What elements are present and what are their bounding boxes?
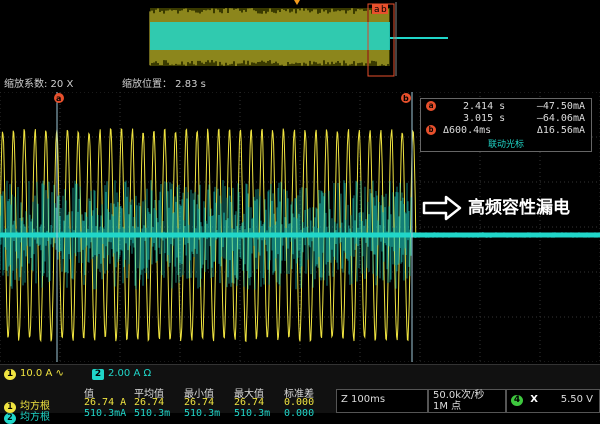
meas-row-2-value: 510.3mA: [84, 408, 127, 419]
acquisition-box[interactable]: 50.0k次/秒 1M 点: [428, 389, 506, 413]
ch1-scale: 10.0 A: [20, 368, 53, 379]
meas-row-2-mean: 510.3m: [134, 408, 171, 419]
meas-row-1-max: 26.74: [234, 397, 265, 408]
cursor-delta-value: Δ16.56mA: [536, 125, 585, 136]
cursor-delta-row: b Δ600.4ms Δ16.56mA: [421, 124, 591, 137]
cursor-readout-panel[interactable]: a 2.414 s –47.50mA 3.015 s –64.06mA b Δ6…: [420, 98, 592, 152]
ch1-coupling-icon: ∿: [55, 368, 64, 379]
meas-row-2-badge: 2: [4, 413, 16, 424]
overview-ch2-band: [150, 22, 390, 50]
timebase-scale: Z 100ms: [341, 394, 386, 405]
cursor-b-badge: b: [426, 125, 436, 135]
meas-row-1-value: 26.74 A: [84, 397, 127, 408]
trigger-channel-badge: 4: [511, 395, 523, 406]
ch2-impedance-icon: Ω: [143, 368, 152, 379]
annotation-text: 高频容性漏电: [468, 198, 570, 218]
meas-row-1-mean: 26.74: [134, 397, 165, 408]
meas-row-1-min: 26.74: [184, 397, 215, 408]
meas-row-2-max: 510.3m: [234, 408, 271, 419]
zoom-factor: 缩放系数: 20 X: [4, 79, 74, 90]
cursor-delta-time: Δ600.4ms: [443, 125, 492, 136]
meas-row-1-stddev: 0.000: [284, 397, 315, 408]
cursor-b-label: b: [403, 94, 409, 103]
overview-window[interactable]: a b: [0, 0, 600, 78]
overview-cursor-a: a: [374, 5, 380, 15]
meas-row-2-stddev: 0.000: [284, 408, 315, 419]
ch2-scale: 2.00 A: [108, 368, 141, 379]
cursor-a-label: a: [56, 94, 61, 103]
trigger-level: 5.50 V: [560, 394, 593, 405]
trigger-box[interactable]: 4 X 5.50 V: [506, 389, 600, 413]
meas-row-2-name: 均方根: [20, 412, 50, 423]
trigger-slope-icon: X: [530, 394, 538, 405]
meas-row-2-label[interactable]: 2 均方根: [4, 408, 50, 424]
ch1-badge: 1: [4, 369, 16, 380]
arrow-right-icon: [422, 195, 462, 221]
timebase-box[interactable]: Z 100ms: [336, 389, 428, 413]
bottom-panel: 1 10.0 A ∿ 2 2.00 A Ω 值 平均值 最小值 最大值 标准差 1均…: [0, 364, 600, 424]
ch2-scale-button[interactable]: 2 2.00 A Ω: [92, 368, 151, 380]
cursor-a-badge: a: [426, 101, 436, 111]
linked-cursor-label[interactable]: 联动光标: [421, 137, 591, 150]
ch2-badge: 2: [92, 369, 104, 380]
ch1-scale-button[interactable]: 1 10.0 A ∿: [4, 368, 64, 380]
zoom-info-bar: 缩放系数: 20 X 缩放位置： 2.83 s: [0, 78, 600, 92]
trigger-marker-icon: [294, 0, 300, 5]
overview-cursor-b: b: [381, 5, 387, 15]
acquisition-rate: 50.0k次/秒: [433, 390, 485, 401]
meas-row-2-min: 510.3m: [184, 408, 221, 419]
overview-waveform: a b: [149, 0, 448, 77]
zoom-position: 缩放位置： 2.83 s: [122, 79, 206, 90]
acquisition-points: 1M 点: [433, 401, 462, 412]
